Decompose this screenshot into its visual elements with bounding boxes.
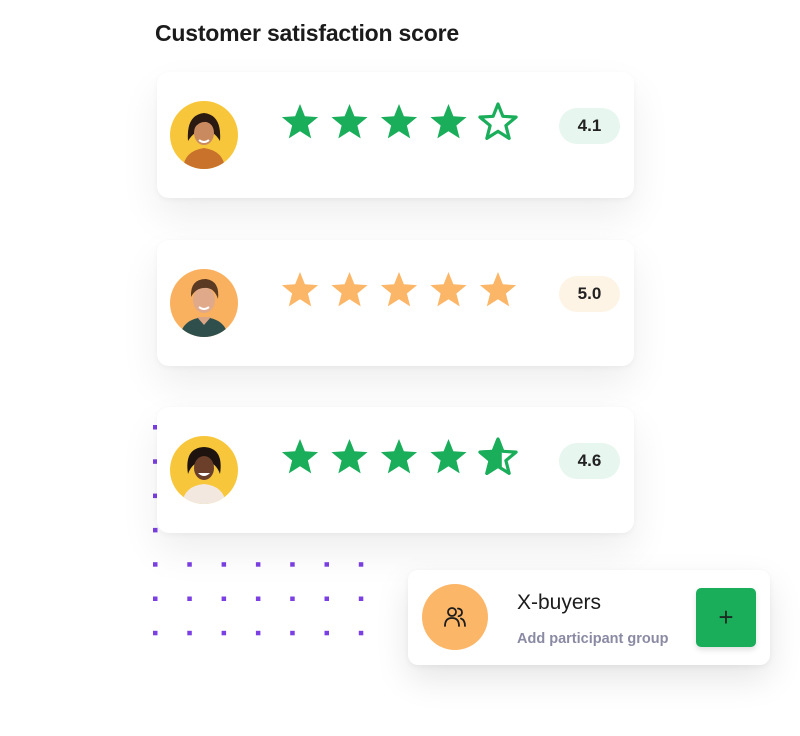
star-icon [380, 104, 418, 139]
star-icon [479, 272, 517, 307]
person-avatar-icon [170, 436, 238, 504]
star-icon [430, 104, 467, 139]
star-icon [380, 272, 418, 307]
star-icon [380, 439, 418, 474]
star-icon [430, 439, 467, 474]
star-rating [281, 437, 518, 475]
add-participant-group-link[interactable]: Add participant group [517, 631, 668, 647]
score-badge: 4.6 [559, 443, 620, 479]
avatar [170, 101, 238, 169]
star-icon [478, 437, 518, 475]
star-icon [478, 102, 518, 140]
rating-card: 4.1 [157, 72, 634, 198]
participant-group-card: X-buyers Add participant group + [408, 570, 770, 665]
rating-card: 5.0 [157, 240, 634, 366]
star-icon [331, 439, 368, 474]
star-icon [281, 272, 319, 307]
star-icon [430, 272, 467, 307]
person-avatar-icon [170, 101, 238, 169]
avatar [170, 269, 238, 337]
add-button[interactable]: + [696, 588, 756, 647]
rating-card: 4.6 [157, 407, 634, 533]
star-icon [281, 439, 319, 474]
page-title: Customer satisfaction score [155, 20, 459, 46]
person-avatar-icon [170, 269, 238, 337]
score-badge: 5.0 [559, 276, 620, 312]
star-icon [331, 272, 368, 307]
star-rating [281, 272, 517, 307]
star-rating [281, 102, 518, 140]
avatar [170, 436, 238, 504]
users-icon [422, 584, 488, 650]
star-icon [281, 104, 319, 139]
group-name: X-buyers [517, 591, 602, 614]
star-icon [331, 104, 368, 139]
score-badge: 4.1 [559, 108, 620, 144]
